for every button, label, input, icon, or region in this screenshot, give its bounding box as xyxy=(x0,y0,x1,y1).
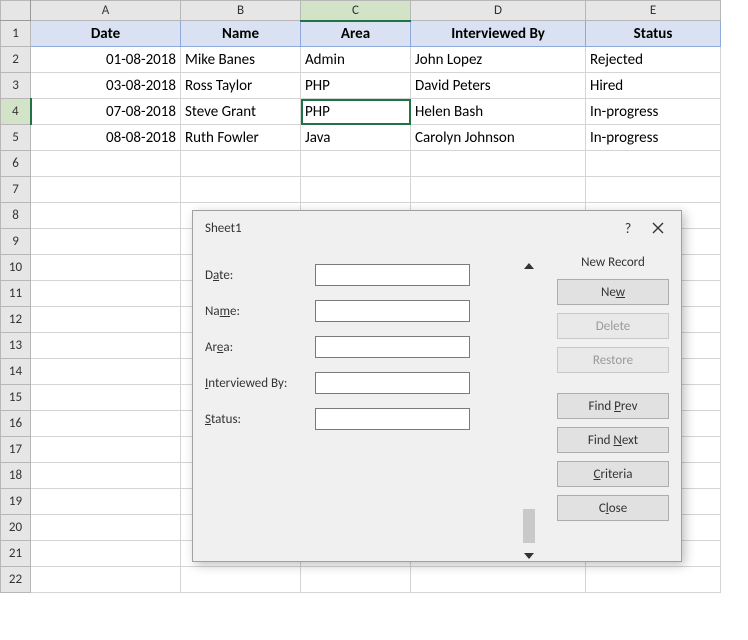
data-form-dialog: Sheet1 ? Date: Name: Area: Interviewed B… xyxy=(192,210,682,562)
col-header-a[interactable]: A xyxy=(31,1,181,21)
name-label: Name: xyxy=(205,304,315,319)
cell[interactable]: Java xyxy=(301,125,411,151)
cell[interactable]: Rejected xyxy=(586,47,721,73)
cell[interactable]: 01-08-2018 xyxy=(31,47,181,73)
row-header[interactable]: 8 xyxy=(1,203,31,229)
name-field[interactable] xyxy=(315,300,470,322)
cell[interactable]: John Lopez xyxy=(411,47,586,73)
cell[interactable]: Ross Taylor xyxy=(181,73,301,99)
row-header[interactable]: 12 xyxy=(1,307,31,333)
delete-button: Delete xyxy=(557,313,669,339)
form-fields: Date: Name: Area: Interviewed By: Status… xyxy=(205,253,519,565)
row-header[interactable]: 11 xyxy=(1,281,31,307)
table-header-area[interactable]: Area xyxy=(301,21,411,47)
cell[interactable]: 03-08-2018 xyxy=(31,73,181,99)
row-header[interactable]: 3 xyxy=(1,73,31,99)
cell[interactable]: 07-08-2018 xyxy=(31,99,181,125)
restore-button: Restore xyxy=(557,347,669,373)
dialog-buttons: New Record New Delete Restore Find Prev … xyxy=(539,253,669,565)
row-header[interactable]: 16 xyxy=(1,411,31,437)
row-header[interactable]: 5 xyxy=(1,125,31,151)
col-header-e[interactable]: E xyxy=(586,1,721,21)
find-next-button[interactable]: Find Next xyxy=(557,427,669,453)
col-header-b[interactable]: B xyxy=(181,1,301,21)
date-label: Date: xyxy=(205,268,315,283)
row-header[interactable]: 7 xyxy=(1,177,31,203)
cell[interactable]: Carolyn Johnson xyxy=(411,125,586,151)
table-header-interviewed[interactable]: Interviewed By xyxy=(411,21,586,47)
row-header[interactable]: 20 xyxy=(1,515,31,541)
close-icon[interactable] xyxy=(643,215,673,241)
area-label: Area: xyxy=(205,340,315,355)
table-header-date[interactable]: Date xyxy=(31,21,181,47)
cell[interactable]: 08-08-2018 xyxy=(31,125,181,151)
area-field[interactable] xyxy=(315,336,470,358)
status-label: Status: xyxy=(205,412,315,427)
row-header[interactable]: 18 xyxy=(1,463,31,489)
row-header[interactable]: 19 xyxy=(1,489,31,515)
cell[interactable]: Helen Bash xyxy=(411,99,586,125)
cell[interactable]: In-progress xyxy=(586,99,721,125)
cell[interactable]: PHP xyxy=(301,73,411,99)
scroll-down-icon[interactable] xyxy=(520,547,538,565)
date-field[interactable] xyxy=(315,264,470,286)
record-status-text: New Record xyxy=(557,255,669,279)
scroll-up-icon[interactable] xyxy=(520,257,538,275)
cell-selected[interactable]: PHP xyxy=(301,99,411,125)
col-header-c[interactable]: C xyxy=(301,1,411,21)
row-header[interactable]: 2 xyxy=(1,47,31,73)
find-prev-button[interactable]: Find Prev xyxy=(557,393,669,419)
row-header[interactable]: 14 xyxy=(1,359,31,385)
cell[interactable]: Steve Grant xyxy=(181,99,301,125)
help-button[interactable]: ? xyxy=(613,215,643,241)
row-header[interactable]: 9 xyxy=(1,229,31,255)
cell[interactable]: In-progress xyxy=(586,125,721,151)
cell[interactable]: Admin xyxy=(301,47,411,73)
row-header[interactable]: 1 xyxy=(1,21,31,47)
row-header[interactable]: 17 xyxy=(1,437,31,463)
col-header-d[interactable]: D xyxy=(411,1,586,21)
interviewed-field[interactable] xyxy=(315,372,470,394)
new-button[interactable]: New xyxy=(557,279,669,305)
criteria-button[interactable]: Criteria xyxy=(557,461,669,487)
row-header[interactable]: 10 xyxy=(1,255,31,281)
select-all-corner[interactable] xyxy=(1,1,31,21)
cell[interactable]: Hired xyxy=(586,73,721,99)
dialog-title: Sheet1 xyxy=(205,221,613,236)
table-header-name[interactable]: Name xyxy=(181,21,301,47)
table-header-status[interactable]: Status xyxy=(586,21,721,47)
interviewed-label: Interviewed By: xyxy=(205,376,315,391)
row-header[interactable]: 22 xyxy=(1,567,31,593)
record-scrollbar[interactable] xyxy=(519,253,539,565)
cell[interactable]: Mike Banes xyxy=(181,47,301,73)
cell[interactable]: Ruth Fowler xyxy=(181,125,301,151)
scroll-thumb[interactable] xyxy=(523,509,535,543)
row-header[interactable]: 15 xyxy=(1,385,31,411)
close-button[interactable]: Close xyxy=(557,495,669,521)
row-header[interactable]: 6 xyxy=(1,151,31,177)
row-header[interactable]: 4 xyxy=(1,99,31,125)
row-header[interactable]: 13 xyxy=(1,333,31,359)
row-header[interactable]: 21 xyxy=(1,541,31,567)
status-field[interactable] xyxy=(315,408,470,430)
cell[interactable]: David Peters xyxy=(411,73,586,99)
